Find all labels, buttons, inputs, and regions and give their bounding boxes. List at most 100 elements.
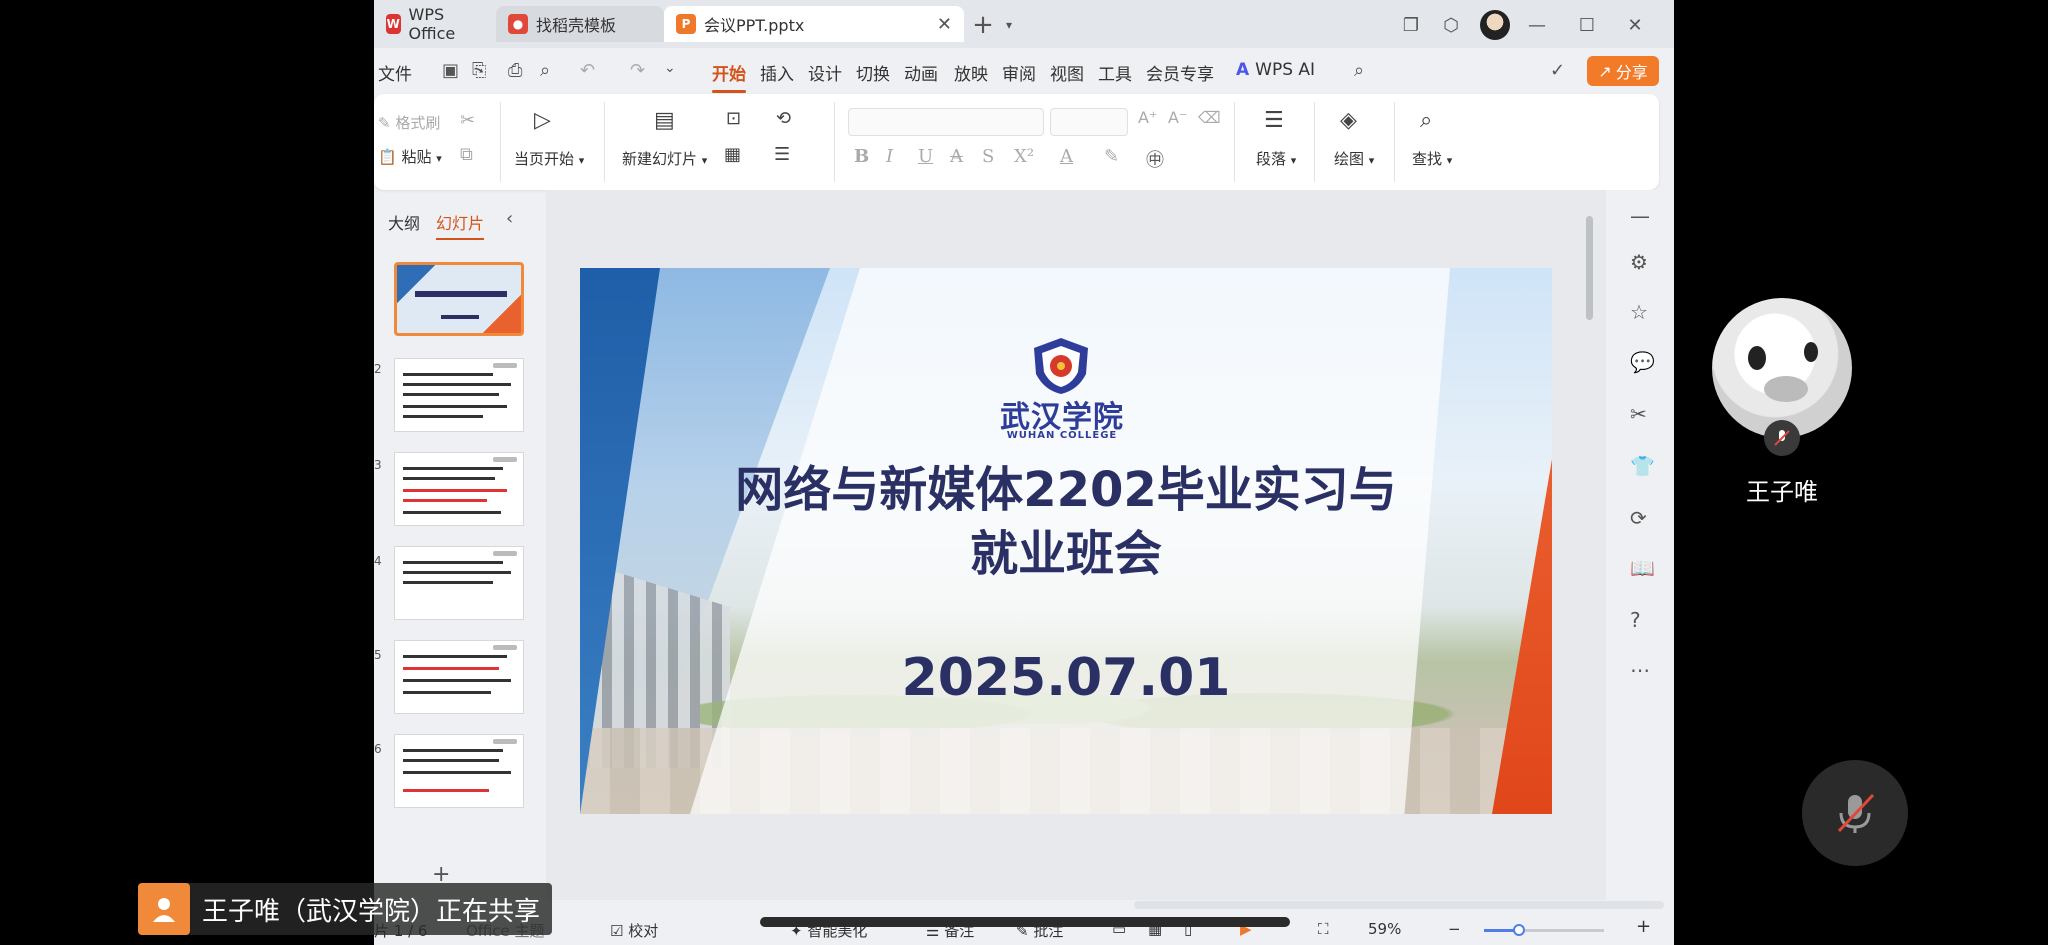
zoom-slider[interactable] [1484, 924, 1604, 936]
bold-icon[interactable]: B [854, 146, 869, 167]
cloud-sync-icon[interactable]: ✓ [1550, 60, 1565, 81]
close-window-icon[interactable]: ✕ [1622, 12, 1648, 38]
refresh-icon[interactable]: ⟳ [1630, 506, 1647, 530]
text-shadow-icon[interactable]: S [982, 146, 994, 167]
collapse-panel-icon[interactable]: ‹ [506, 208, 513, 229]
new-slide-icon[interactable]: ▤ [654, 108, 675, 133]
strikethrough-icon[interactable]: A [950, 146, 963, 167]
tab-outline[interactable]: 大纲 [388, 210, 420, 234]
template-icon[interactable]: 👕 [1630, 454, 1655, 478]
slide-thumbnail-3[interactable] [394, 452, 524, 526]
menu-file[interactable]: 文件 [378, 60, 412, 85]
slide-template-icon[interactable]: ⊡ [726, 108, 741, 129]
save-icon[interactable]: ▣ [442, 60, 459, 81]
undo-icon[interactable]: ↶ [580, 60, 595, 81]
tab-slides[interactable]: 幻灯片 [436, 210, 485, 240]
user-avatar[interactable] [1480, 10, 1510, 40]
close-tab-icon[interactable]: ✕ [937, 14, 952, 35]
shapes-icon[interactable]: ◈ [1340, 108, 1357, 133]
copy-icon[interactable]: ⧉ [460, 144, 473, 165]
highlight-icon[interactable]: ✎ [1104, 146, 1119, 167]
new-tab-button[interactable]: + [970, 10, 996, 40]
vertical-scrollbar[interactable] [1584, 200, 1594, 900]
properties-icon[interactable]: ⚙ [1630, 250, 1648, 274]
fit-window-icon[interactable]: ⛶ [1318, 920, 1329, 938]
menu-member[interactable]: 会员专享 [1146, 60, 1214, 85]
tab-document[interactable]: P 会议PPT.pptx ✕ [664, 6, 964, 42]
paste-button[interactable]: 📋 粘贴 ▾ [378, 146, 442, 167]
menu-transition[interactable]: 切换 [856, 60, 890, 85]
zoom-out-icon[interactable]: − [1448, 920, 1461, 938]
quick-access-chevron-icon[interactable]: ⌄ [664, 60, 676, 76]
current-slide[interactable]: 武汉学院 WUHAN COLLEGE 网络与新媒体2202毕业实习与 就业班会 … [580, 268, 1552, 814]
wps-ai-button[interactable]: A WPS AI [1236, 60, 1315, 80]
slide-reset-icon[interactable]: ⟲ [776, 108, 791, 129]
menu-home[interactable]: 开始 [712, 60, 746, 93]
format-painter-button[interactable]: ✎ 格式刷 [378, 112, 440, 133]
increase-font-icon[interactable]: A⁺ [1138, 108, 1157, 127]
horizontal-scrollbar[interactable] [1134, 901, 1664, 909]
paragraph-button[interactable]: 段落 ▾ [1256, 148, 1296, 169]
slide-thumbnail-5[interactable] [394, 640, 524, 714]
book-icon[interactable]: 📖 [1630, 556, 1655, 580]
new-slide-button[interactable]: 新建幻灯片 ▾ [622, 148, 707, 169]
comment-icon[interactable]: 💬 [1630, 350, 1655, 374]
slide-thumbnail-2[interactable] [394, 358, 524, 432]
scroll-thumb[interactable] [1586, 216, 1593, 320]
more-icon[interactable]: ⋯ [1630, 658, 1650, 682]
proofread-button[interactable]: ☑ 校对 [610, 920, 658, 941]
font-size-select[interactable] [1050, 108, 1128, 136]
font-color-icon[interactable]: A [1060, 146, 1073, 167]
home-indicator[interactable] [760, 917, 1290, 927]
zoom-level[interactable]: 59% [1368, 920, 1401, 938]
start-from-current-button[interactable]: 当页开始 ▾ [514, 148, 584, 169]
print-preview-icon[interactable]: ⌕ [540, 60, 550, 81]
collapse-icon[interactable]: — [1630, 204, 1650, 228]
zoom-slider-knob[interactable] [1513, 924, 1526, 936]
maximize-icon[interactable]: ☐ [1574, 12, 1600, 38]
font-family-select[interactable] [848, 108, 1044, 136]
paragraph-icon[interactable]: ☰ [1264, 108, 1284, 133]
cube-icon[interactable]: ⬡ [1438, 12, 1464, 38]
search-icon[interactable]: ⌕ [1354, 60, 1364, 81]
menu-animation[interactable]: 动画 [904, 60, 938, 85]
slide-thumbnail-1[interactable] [394, 262, 524, 336]
draw-button[interactable]: 绘图 ▾ [1334, 148, 1374, 169]
star-icon[interactable]: ☆ [1630, 300, 1648, 324]
menu-review[interactable]: 审阅 [1002, 60, 1036, 85]
phonetic-icon[interactable]: ㊥ [1146, 146, 1164, 172]
slide-thumbnail-6[interactable] [394, 734, 524, 808]
window-list-icon[interactable]: ❐ [1398, 12, 1424, 38]
play-icon[interactable]: ▷ [534, 108, 551, 133]
menu-tools[interactable]: 工具 [1098, 60, 1132, 85]
layout-icon[interactable]: ▦ [724, 144, 741, 165]
menu-insert[interactable]: 插入 [760, 60, 794, 85]
tab-wps-office[interactable]: W WPS Office [374, 5, 484, 43]
share-button[interactable]: ↗ 分享 [1587, 56, 1659, 86]
menu-slideshow[interactable]: 放映 [954, 60, 988, 85]
chevron-down-icon: ▾ [701, 154, 708, 167]
superscript-icon[interactable]: X² [1014, 146, 1034, 167]
menu-view[interactable]: 视图 [1050, 60, 1084, 85]
clear-format-icon[interactable]: ⌫ [1198, 108, 1221, 127]
print-icon[interactable]: ⎙ [508, 60, 522, 81]
export-icon[interactable]: ⎘ [472, 60, 486, 81]
tab-list-chevron-icon[interactable]: ▾ [996, 12, 1022, 38]
decrease-font-icon[interactable]: A⁻ [1168, 108, 1187, 127]
tab-template[interactable]: ● 找稻壳模板 [496, 6, 664, 42]
minimize-icon[interactable]: — [1524, 12, 1550, 38]
zoom-in-icon[interactable]: + [1636, 916, 1651, 937]
menu-design[interactable]: 设计 [808, 60, 842, 85]
mute-toggle-button[interactable] [1802, 760, 1908, 866]
find-button[interactable]: 查找 ▾ [1412, 148, 1452, 169]
tools-icon[interactable]: ✂ [1630, 402, 1647, 426]
redo-icon[interactable]: ↷ [630, 60, 645, 81]
cut-icon[interactable]: ✂ [460, 110, 475, 131]
italic-icon[interactable]: I [886, 146, 893, 167]
help-icon[interactable]: ? [1630, 608, 1641, 632]
section-icon[interactable]: ☰ [774, 144, 790, 165]
find-icon[interactable]: ⌕ [1420, 108, 1432, 133]
underline-icon[interactable]: U [918, 146, 933, 167]
slide-thumbnail-4[interactable] [394, 546, 524, 620]
participant-avatar[interactable] [1712, 298, 1852, 438]
